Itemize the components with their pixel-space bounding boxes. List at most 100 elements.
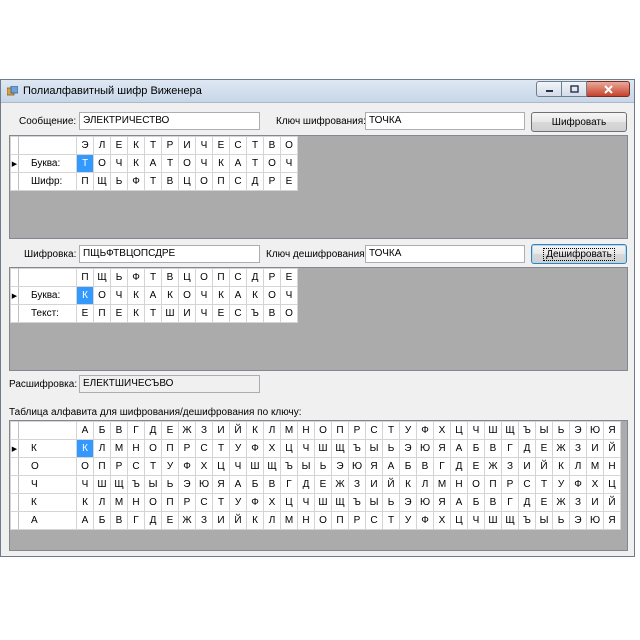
close-button[interactable] (587, 81, 630, 97)
column-header[interactable]: З (195, 421, 213, 440)
grid-cell[interactable]: Ч (110, 154, 128, 173)
decrypt-button[interactable]: Дешифровать (531, 244, 627, 264)
grid-cell[interactable]: К (552, 457, 570, 476)
grid-cell[interactable]: Е (212, 304, 230, 323)
grid-cell[interactable]: Ы (365, 493, 383, 512)
grid-cell[interactable]: Д (518, 439, 536, 458)
row-header[interactable] (10, 457, 19, 476)
grid-cell[interactable]: О (263, 286, 281, 305)
column-header[interactable]: Ш (484, 421, 502, 440)
grid-cell[interactable]: Ч (280, 286, 298, 305)
grid-cell[interactable]: В (484, 439, 502, 458)
grid-cell[interactable]: Е (110, 304, 128, 323)
grid-cell[interactable]: О (93, 286, 111, 305)
grid-cell[interactable]: З (195, 511, 213, 530)
row-header[interactable] (10, 172, 19, 191)
grid-cell[interactable]: Щ (331, 439, 349, 458)
grid-cell[interactable]: Я (433, 439, 451, 458)
grid-cell[interactable]: П (161, 439, 179, 458)
row-header[interactable] (10, 304, 19, 323)
column-header[interactable]: Ч (195, 136, 213, 155)
grid-cell[interactable]: Н (603, 457, 621, 476)
grid-cell[interactable]: Ц (280, 493, 298, 512)
grid-cell[interactable]: Ч (195, 304, 213, 323)
grid-cell[interactable]: Г (433, 457, 451, 476)
grid-cell[interactable]: Ч (195, 154, 213, 173)
grid-cell[interactable]: Э (178, 475, 196, 494)
column-header[interactable]: П (76, 268, 94, 287)
column-header[interactable]: Т (382, 421, 400, 440)
grid-cell[interactable]: Г (501, 493, 519, 512)
column-header[interactable]: П (212, 268, 230, 287)
grid-cell[interactable]: Л (93, 493, 111, 512)
column-header[interactable]: Т (144, 136, 162, 155)
column-header[interactable]: Х (433, 421, 451, 440)
grid-cell[interactable]: Ы (144, 475, 162, 494)
grid-cell[interactable]: О (144, 439, 162, 458)
grid-cell[interactable]: Е (280, 172, 298, 191)
grid-cell[interactable]: Ь (382, 493, 400, 512)
row-header[interactable] (10, 493, 19, 512)
grid-cell[interactable]: Ъ (280, 457, 298, 476)
grid-cell[interactable]: И (586, 493, 604, 512)
grid-cell[interactable]: Я (365, 457, 383, 476)
grid-cell[interactable]: Ъ (348, 493, 366, 512)
grid-cell[interactable]: А (229, 154, 247, 173)
grid-cell[interactable]: Щ (501, 511, 519, 530)
column-header[interactable]: Щ (501, 421, 519, 440)
column-header[interactable]: Д (246, 268, 264, 287)
grid-cell[interactable]: В (263, 304, 281, 323)
grid-cell[interactable]: К (76, 493, 94, 512)
grid-cell[interactable]: А (76, 511, 94, 530)
column-header[interactable]: Е (280, 268, 298, 287)
grid-cell[interactable]: Щ (331, 493, 349, 512)
grid-cell[interactable]: И (518, 457, 536, 476)
grid-cell[interactable]: К (127, 154, 145, 173)
grid-cell[interactable]: Ь (552, 511, 570, 530)
column-header[interactable]: И (178, 136, 196, 155)
grid-cell[interactable]: Ъ (246, 304, 264, 323)
maximize-button[interactable] (562, 81, 587, 97)
grid-cell[interactable]: Э (331, 457, 349, 476)
grid-cell[interactable]: Й (382, 475, 400, 494)
grid-cell[interactable]: Ч (280, 154, 298, 173)
column-header[interactable]: В (263, 136, 281, 155)
grid-cell[interactable]: С (195, 439, 213, 458)
column-header[interactable]: С (365, 421, 383, 440)
grid-cell[interactable]: А (229, 475, 247, 494)
grid-cell[interactable]: Х (263, 493, 281, 512)
title-bar[interactable]: Полиалфавитный шифр Виженера (1, 80, 634, 103)
column-header[interactable]: Щ (93, 268, 111, 287)
grid-cell[interactable]: К (246, 286, 264, 305)
grid-cell[interactable]: Ч (297, 439, 315, 458)
grid-cell[interactable]: Ш (314, 439, 332, 458)
grid-cell[interactable]: Ц (280, 439, 298, 458)
grid-cell[interactable]: Й (603, 439, 621, 458)
grid-cell[interactable]: П (331, 511, 349, 530)
grid-cell[interactable]: З (569, 439, 587, 458)
grid-cell[interactable]: Б (467, 439, 485, 458)
grid-cell[interactable]: Ж (331, 475, 349, 494)
grid-cell[interactable]: К (161, 286, 179, 305)
grid-cell[interactable]: И (212, 511, 230, 530)
grid-cell[interactable]: Е (161, 511, 179, 530)
grid-cell[interactable]: Р (178, 439, 196, 458)
column-header[interactable]: С (229, 136, 247, 155)
grid-cell[interactable]: П (93, 457, 111, 476)
column-header[interactable]: Р (263, 268, 281, 287)
grid-cell[interactable]: П (76, 172, 94, 191)
grid-cell[interactable]: А (450, 439, 468, 458)
grid-cell[interactable]: Д (144, 511, 162, 530)
grid-cell[interactable]: О (144, 493, 162, 512)
grid-cell[interactable]: Й (603, 493, 621, 512)
grid-cell[interactable]: Е (76, 304, 94, 323)
grid-cell[interactable]: К (246, 511, 264, 530)
grid-cell[interactable]: А (144, 286, 162, 305)
column-header[interactable]: Ч (467, 421, 485, 440)
grid-cell[interactable]: Ц (450, 511, 468, 530)
grid-cell[interactable]: М (586, 457, 604, 476)
grid-cell[interactable]: Б (467, 493, 485, 512)
grid-cell[interactable]: В (484, 493, 502, 512)
column-header[interactable]: Л (263, 421, 281, 440)
grid-cell[interactable]: Ъ (348, 439, 366, 458)
